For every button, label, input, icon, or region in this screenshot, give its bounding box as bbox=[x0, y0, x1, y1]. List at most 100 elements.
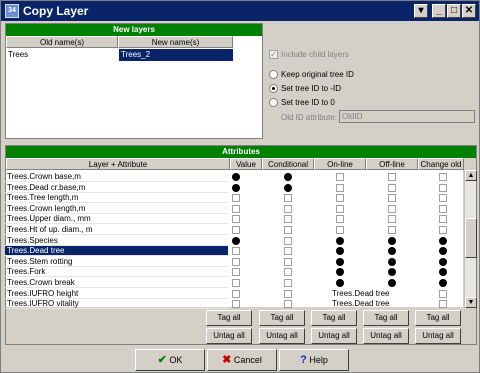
attribute-row[interactable]: Trees.Species bbox=[5, 236, 463, 246]
online-checked-toggle[interactable] bbox=[336, 279, 344, 287]
offline-unchecked-toggle[interactable] bbox=[388, 183, 396, 192]
change-old-unchecked-toggle[interactable] bbox=[439, 226, 447, 234]
conditional-column-header[interactable]: Conditional bbox=[262, 158, 314, 170]
online-tag-all-button[interactable]: Tag all bbox=[311, 310, 357, 326]
value-unchecked-toggle[interactable] bbox=[232, 226, 240, 234]
old-name-cell[interactable]: Trees bbox=[6, 49, 118, 61]
offline-checked-toggle[interactable] bbox=[388, 236, 396, 245]
offline-unchecked-toggle[interactable] bbox=[388, 173, 396, 181]
scroll-thumb[interactable] bbox=[465, 218, 477, 258]
online-checked-toggle[interactable] bbox=[336, 236, 344, 245]
attribute-row[interactable]: Trees.Dead cr.base,m bbox=[5, 183, 463, 193]
conditional-unchecked-toggle[interactable] bbox=[284, 279, 292, 287]
conditional-unchecked-toggle[interactable] bbox=[284, 204, 292, 213]
attribute-row[interactable]: Trees.Ht of up. diam., m bbox=[5, 225, 463, 235]
attribute-name-cell[interactable]: Trees.Tree length,m bbox=[5, 193, 228, 204]
conditional-unchecked-toggle[interactable] bbox=[284, 194, 292, 203]
online-unchecked-toggle[interactable] bbox=[336, 194, 344, 203]
online-column-header[interactable]: On-line bbox=[314, 158, 366, 170]
attribute-name-cell[interactable]: Trees.Ht of up. diam., m bbox=[5, 225, 228, 235]
attribute-name-cell[interactable]: Trees.IUFRO vitality bbox=[5, 299, 228, 310]
online-unchecked-toggle[interactable] bbox=[336, 215, 344, 224]
title-bar[interactable]: 34 Copy Layer ▾ _ □ ✕ bbox=[1, 1, 479, 21]
value-unchecked-toggle[interactable] bbox=[232, 300, 240, 309]
system-menu-button[interactable]: ▾ bbox=[414, 4, 428, 18]
attribute-row[interactable]: Trees.Dead tree bbox=[5, 246, 463, 257]
old-names-column-header[interactable]: Old name(s) bbox=[6, 36, 118, 48]
conditional-unchecked-toggle[interactable] bbox=[284, 247, 292, 256]
offline-unchecked-toggle[interactable] bbox=[388, 194, 396, 203]
conditional-checked-toggle[interactable] bbox=[284, 183, 292, 192]
value-unchecked-toggle[interactable] bbox=[232, 257, 240, 266]
value-checked-toggle[interactable] bbox=[232, 183, 240, 192]
value-checked-toggle[interactable] bbox=[232, 236, 240, 245]
change-old-checked-toggle[interactable] bbox=[439, 279, 447, 287]
set-id-zero-radio[interactable] bbox=[269, 98, 278, 107]
offline-checked-toggle[interactable] bbox=[388, 268, 396, 277]
attribute-name-cell[interactable]: Trees.Species bbox=[5, 236, 228, 246]
offline-unchecked-toggle[interactable] bbox=[388, 204, 396, 213]
offline-checked-toggle[interactable] bbox=[388, 279, 396, 287]
value-unchecked-toggle[interactable] bbox=[232, 279, 240, 287]
attribute-name-cell[interactable]: Trees.IUFRO height bbox=[5, 289, 228, 299]
scroll-up-arrow-icon[interactable]: ▲ bbox=[465, 170, 477, 181]
attribute-row[interactable]: Trees.Crown length,m bbox=[5, 204, 463, 214]
offline-checked-toggle[interactable] bbox=[388, 247, 396, 256]
value-unchecked-toggle[interactable] bbox=[232, 268, 240, 277]
help-button[interactable]: ? Help bbox=[279, 349, 349, 371]
change-old-checked-toggle[interactable] bbox=[439, 247, 447, 256]
change-old-unchecked-toggle[interactable] bbox=[439, 289, 447, 298]
online-unchecked-toggle[interactable] bbox=[336, 173, 344, 181]
new-name-cell[interactable]: Trees_2 bbox=[119, 49, 233, 61]
change-old-unchecked-toggle[interactable] bbox=[439, 204, 447, 213]
change-old-unchecked-toggle[interactable] bbox=[439, 215, 447, 224]
set-id-negative-radio[interactable] bbox=[269, 84, 278, 93]
conditional-untag-all-button[interactable]: Untag all bbox=[259, 328, 305, 344]
conditional-unchecked-toggle[interactable] bbox=[284, 300, 292, 309]
offline-untag-all-button[interactable]: Untag all bbox=[363, 328, 409, 344]
attribute-row[interactable]: Trees.Fork bbox=[5, 267, 463, 278]
ok-button[interactable]: ✔ OK bbox=[135, 349, 205, 371]
online-checked-toggle[interactable] bbox=[336, 268, 344, 277]
value-tag-all-button[interactable]: Tag all bbox=[206, 310, 252, 326]
attribute-row[interactable]: Trees.Upper diam., mm bbox=[5, 214, 463, 225]
conditional-tag-all-button[interactable]: Tag all bbox=[259, 310, 305, 326]
change-old-column-header[interactable]: Change old bbox=[418, 158, 464, 170]
attribute-name-cell[interactable]: Trees.Stem rotting bbox=[5, 257, 228, 267]
change-old-unchecked-toggle[interactable] bbox=[439, 194, 447, 203]
value-unchecked-toggle[interactable] bbox=[232, 247, 240, 256]
old-id-attribute-input[interactable]: OldID bbox=[339, 110, 475, 123]
attribute-row[interactable]: Trees.Crown base,m bbox=[5, 172, 463, 182]
value-column-header[interactable]: Value bbox=[230, 158, 262, 170]
conditional-unchecked-toggle[interactable] bbox=[284, 257, 292, 266]
online-untag-all-button[interactable]: Untag all bbox=[311, 328, 357, 344]
attribute-row[interactable]: Trees.IUFRO vitality Trees.Dead tree bbox=[5, 299, 463, 310]
maximize-button[interactable]: □ bbox=[447, 4, 461, 18]
online-checked-toggle[interactable] bbox=[336, 247, 344, 256]
change-old-unchecked-toggle[interactable] bbox=[439, 300, 447, 309]
change-old-untag-all-button[interactable]: Untag all bbox=[415, 328, 461, 344]
change-old-checked-toggle[interactable] bbox=[439, 236, 447, 245]
online-unchecked-toggle[interactable] bbox=[336, 204, 344, 213]
keep-original-id-radio[interactable] bbox=[269, 70, 278, 79]
conditional-checked-toggle[interactable] bbox=[284, 173, 292, 181]
change-old-checked-toggle[interactable] bbox=[439, 268, 447, 277]
online-unchecked-toggle[interactable] bbox=[336, 183, 344, 192]
value-unchecked-toggle[interactable] bbox=[232, 215, 240, 224]
attribute-name-cell[interactable]: Trees.Crown length,m bbox=[5, 204, 228, 214]
online-unchecked-toggle[interactable] bbox=[336, 226, 344, 234]
offline-unchecked-toggle[interactable] bbox=[388, 215, 396, 224]
conditional-unchecked-toggle[interactable] bbox=[284, 226, 292, 234]
value-unchecked-toggle[interactable] bbox=[232, 204, 240, 213]
offline-tag-all-button[interactable]: Tag all bbox=[363, 310, 409, 326]
value-untag-all-button[interactable]: Untag all bbox=[206, 328, 252, 344]
attribute-name-cell[interactable]: Trees.Dead cr.base,m bbox=[5, 183, 228, 193]
attributes-scrollbar[interactable]: ▲ ▼ bbox=[464, 170, 477, 308]
conditional-unchecked-toggle[interactable] bbox=[284, 215, 292, 224]
cancel-button[interactable]: ✖ Cancel bbox=[207, 349, 277, 371]
minimize-button[interactable]: _ bbox=[432, 4, 446, 18]
value-unchecked-toggle[interactable] bbox=[232, 194, 240, 203]
attribute-row[interactable]: Trees.Crown break bbox=[5, 278, 463, 288]
attribute-row[interactable]: Trees.IUFRO height Trees.Dead tree bbox=[5, 289, 463, 299]
attribute-name-cell[interactable]: Trees.Crown break bbox=[5, 278, 228, 288]
